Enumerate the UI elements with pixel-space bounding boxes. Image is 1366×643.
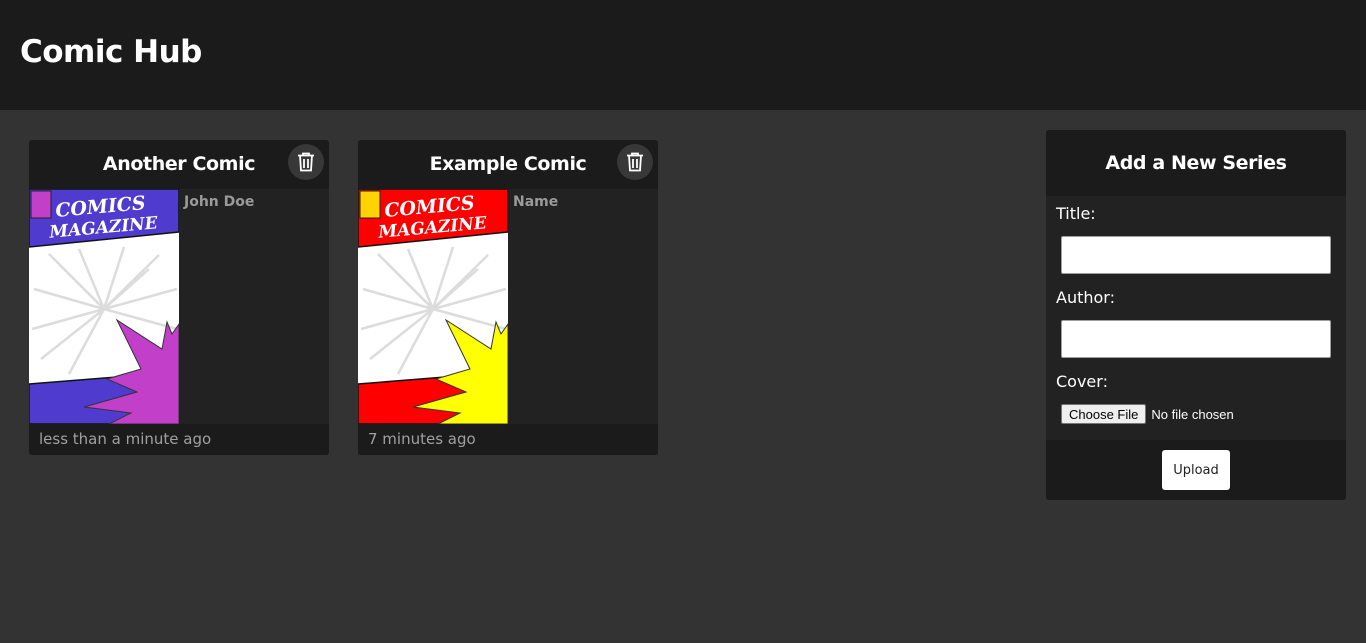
- delete-comic-button[interactable]: [617, 144, 653, 180]
- cover-square: [30, 190, 52, 219]
- add-series-heading: Add a New Series: [1105, 152, 1287, 174]
- cover-label: Cover:: [1056, 372, 1108, 391]
- author-label: Author:: [1056, 288, 1115, 307]
- delete-comic-button[interactable]: [288, 144, 324, 180]
- comic-card: Example Comic COMICS MAGAZINE Name 7 min…: [358, 140, 658, 455]
- app-title: Comic Hub: [20, 34, 202, 70]
- trash-icon: [627, 152, 643, 172]
- comic-title: Example Comic: [429, 153, 587, 175]
- comic-timestamp: less than a minute ago: [39, 430, 212, 448]
- comic-card-header: Example Comic: [358, 140, 658, 189]
- cover-square: [359, 190, 381, 219]
- title-input[interactable]: [1061, 236, 1331, 274]
- add-series-header: Add a New Series: [1046, 130, 1346, 196]
- comic-card: Another Comic COMICS MAGAZINE John Doe l…: [29, 140, 329, 455]
- trash-icon: [298, 152, 314, 172]
- title-label: Title:: [1056, 204, 1096, 223]
- add-series-form: Add a New Series Title: Author: Cover: C…: [1046, 130, 1346, 500]
- comic-title: Another Comic: [102, 153, 256, 175]
- comic-author: John Doe: [184, 194, 255, 210]
- comic-author: Name: [513, 194, 559, 210]
- comic-card-footer: 7 minutes ago: [358, 424, 658, 455]
- author-input[interactable]: [1061, 320, 1331, 358]
- choose-file-button[interactable]: Choose File: [1061, 404, 1147, 424]
- comic-timestamp: 7 minutes ago: [368, 430, 476, 448]
- comic-card-header: Another Comic: [29, 140, 329, 189]
- comic-card-footer: less than a minute ago: [29, 424, 329, 455]
- comic-cover-image: COMICS MAGAZINE: [358, 189, 508, 424]
- upload-button[interactable]: Upload: [1162, 450, 1230, 490]
- app-header: Comic Hub: [0, 0, 1366, 110]
- file-status-text: No file chosen: [1151, 406, 1234, 422]
- cover-file-picker: Choose File No file chosen: [1061, 404, 1234, 424]
- add-series-footer: Upload: [1046, 440, 1346, 500]
- comic-cover-image: COMICS MAGAZINE: [29, 189, 179, 424]
